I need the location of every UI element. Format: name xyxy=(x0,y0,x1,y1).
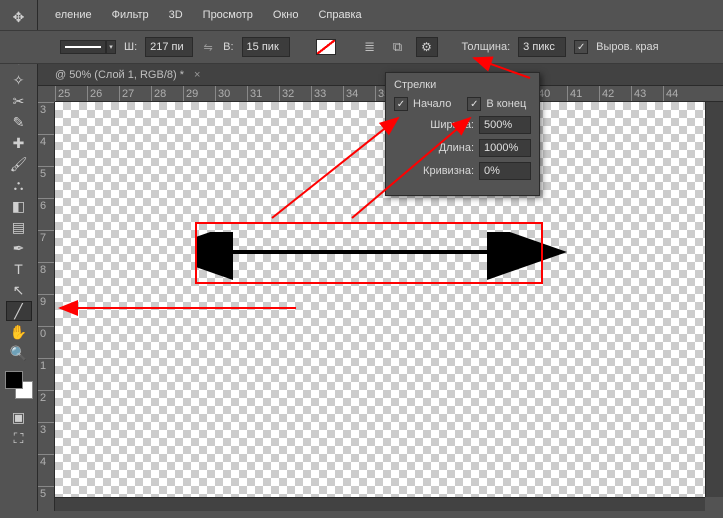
arrow-width-label: Ширина: xyxy=(430,119,474,131)
heal-tool[interactable]: ✚ xyxy=(6,133,32,153)
weight-input[interactable] xyxy=(518,37,566,57)
arrange-icon[interactable]: ⧉ xyxy=(388,37,408,57)
scrollbar-horizontal[interactable] xyxy=(55,497,705,511)
toolbar-left: ✥ ▭ ⌇ ✧ ✂ ✎ ✚ 🖌 ⛬ ◧ ▤ ✒ T ↖ ╱ ✋ 🔍 ▣ ⛶ xyxy=(0,0,38,511)
eyedropper-tool[interactable]: ✎ xyxy=(6,112,32,132)
drawn-line-shape xyxy=(195,232,723,292)
height-input[interactable] xyxy=(242,37,290,57)
brush-tool[interactable]: 🖌 xyxy=(6,154,32,174)
menu-select[interactable]: еление xyxy=(55,9,92,21)
arrow-width-input[interactable] xyxy=(479,116,531,134)
line-tool[interactable]: ╱ xyxy=(6,301,32,321)
width-label: Ш: xyxy=(124,41,137,53)
hand-tool[interactable]: ✋ xyxy=(6,322,32,342)
crop-tool[interactable]: ✂ xyxy=(6,91,32,111)
gear-icon[interactable]: ⚙ xyxy=(416,37,438,57)
doc-title[interactable]: @ 50% (Слой 1, RGB/8) * xyxy=(55,69,184,81)
options-bar: ▾ Ш: ⇋ В: ≣ ⧉ ⚙ Толщина: ✓ Выров. края xyxy=(0,30,723,64)
arrow-length-label: Длина: xyxy=(439,142,474,154)
arrow-end-label: В конец xyxy=(486,98,526,110)
menu-filter[interactable]: Фильтр xyxy=(112,9,149,21)
doc-close-icon[interactable]: × xyxy=(194,69,200,81)
align-edges-checkbox[interactable]: ✓ xyxy=(574,40,588,54)
color-swatches[interactable] xyxy=(5,371,33,399)
quickmask-toggle[interactable]: ▣ xyxy=(6,407,32,427)
link-wh-icon[interactable]: ⇋ xyxy=(201,40,215,54)
width-input[interactable] xyxy=(145,37,193,57)
stroke-dropdown-icon[interactable]: ▾ xyxy=(106,40,116,54)
pen-tool[interactable]: ✒ xyxy=(6,238,32,258)
arrow-concavity-label: Кривизна: xyxy=(423,165,474,177)
popup-title: Стрелки xyxy=(394,79,531,91)
align-icon[interactable]: ≣ xyxy=(360,37,380,57)
arrow-end-checkbox[interactable]: ✓ xyxy=(467,97,481,111)
stamp-tool[interactable]: ⛬ xyxy=(6,175,32,195)
arrow-start-checkbox[interactable]: ✓ xyxy=(394,97,408,111)
scrollbar-vertical[interactable] xyxy=(705,102,723,497)
fill-swatch[interactable] xyxy=(316,39,336,55)
menu-window[interactable]: Окно xyxy=(273,9,299,21)
arrow-concavity-input[interactable] xyxy=(479,162,531,180)
stroke-preview[interactable] xyxy=(60,40,106,54)
menu-help[interactable]: Справка xyxy=(318,9,361,21)
foreground-color[interactable] xyxy=(5,371,23,389)
gradient-tool[interactable]: ▤ xyxy=(6,217,32,237)
arrow-length-input[interactable] xyxy=(479,139,531,157)
doc-tab-bar: @ 50% (Слой 1, RGB/8) * × xyxy=(0,64,723,86)
eraser-tool[interactable]: ◧ xyxy=(6,196,32,216)
menu-3d[interactable]: 3D xyxy=(169,9,183,21)
align-edges-label: Выров. края xyxy=(596,41,658,53)
wand-tool[interactable]: ✧ xyxy=(6,70,32,90)
type-tool[interactable]: T xyxy=(6,259,32,279)
weight-label: Толщина: xyxy=(462,41,511,53)
menu-view[interactable]: Просмотр xyxy=(203,9,253,21)
move-tool[interactable]: ✥ xyxy=(6,7,32,27)
arrow-start-label: Начало xyxy=(413,98,451,110)
screenmode-toggle[interactable]: ⛶ xyxy=(6,428,32,448)
canvas[interactable] xyxy=(55,102,705,497)
zoom-tool[interactable]: 🔍 xyxy=(6,343,32,363)
path-select-tool[interactable]: ↖ xyxy=(6,280,32,300)
height-label: В: xyxy=(223,41,233,53)
ruler-vertical: 3456789012345 xyxy=(38,102,55,511)
arrowheads-popup: Стрелки ✓ Начало ✓ В конец Ширина: Длина… xyxy=(385,72,540,196)
menu-bar: еление Фильтр 3D Просмотр Окно Справка xyxy=(0,0,723,30)
